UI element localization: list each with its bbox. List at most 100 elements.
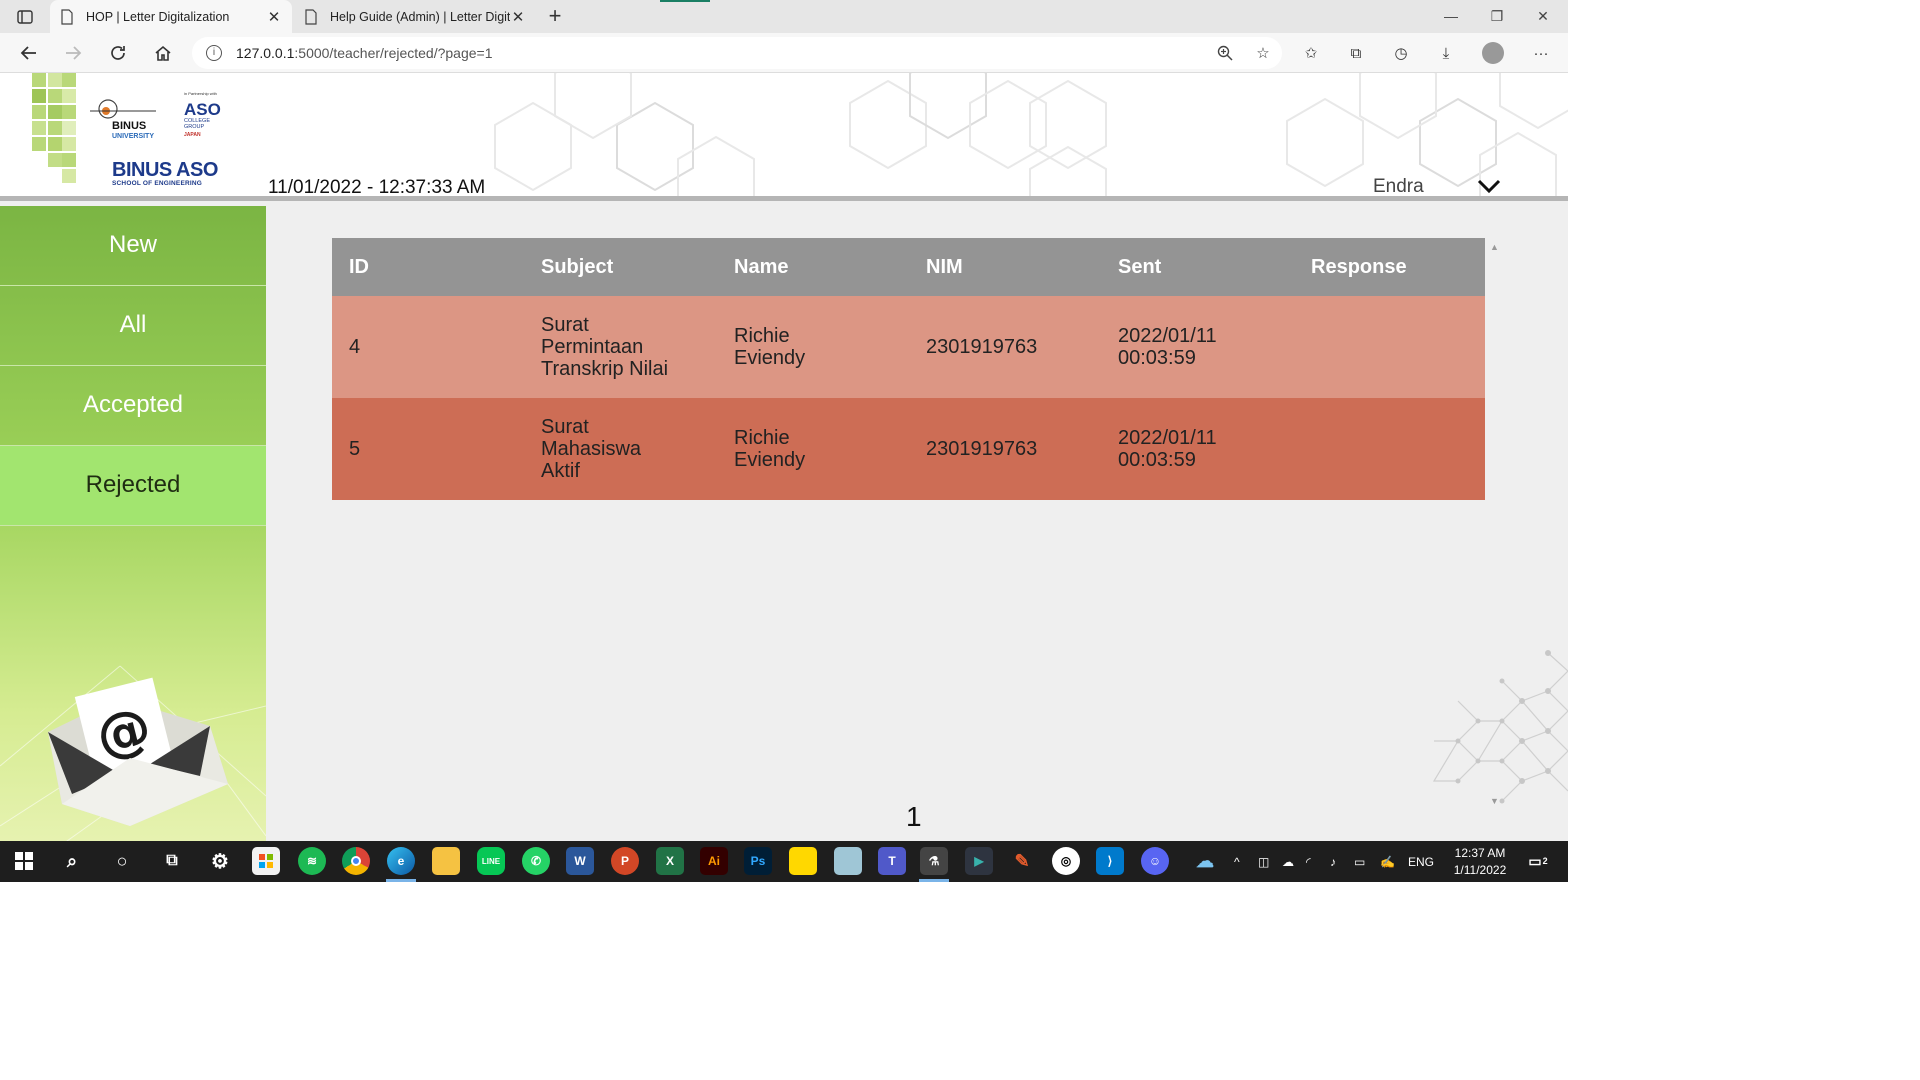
forward-button[interactable] bbox=[58, 39, 88, 67]
sticky-notes-icon[interactable] bbox=[789, 847, 817, 875]
minimize-button[interactable]: — bbox=[1428, 0, 1474, 33]
settings-menu-icon[interactable]: ··· bbox=[1526, 39, 1556, 67]
system-tray: ^ ◫ ☁ ◜ ♪ ▭ ✍ ENG bbox=[1234, 841, 1438, 882]
new-tab-button[interactable]: + bbox=[540, 2, 570, 30]
python-app-icon[interactable]: ⚗ bbox=[920, 847, 948, 875]
rejected-letters-table: ID Subject Name NIM Sent Response 4 Sura… bbox=[332, 238, 1485, 500]
system-clock[interactable]: 12:37 AM 1/11/2022 bbox=[1448, 845, 1512, 879]
pencil-app-icon[interactable]: ✎ bbox=[1008, 847, 1036, 875]
envelope-at-icon: @ bbox=[0, 665, 266, 841]
vscode-icon[interactable]: ⟩ bbox=[1096, 847, 1124, 875]
zoom-icon[interactable] bbox=[1210, 39, 1240, 67]
cell-sent: 2022/01/11 00:03:59 bbox=[1101, 296, 1294, 398]
tab-actions-icon[interactable] bbox=[8, 6, 42, 28]
cell-response bbox=[1294, 296, 1485, 398]
hexagon-pattern-decoration bbox=[494, 73, 1568, 196]
column-header-response[interactable]: Response bbox=[1294, 238, 1485, 296]
cell-name: Richie Eviendy bbox=[717, 398, 909, 500]
settings-gear-icon[interactable]: ⚙ bbox=[206, 847, 234, 875]
user-name[interactable]: Endra bbox=[1373, 176, 1424, 196]
line-app-icon[interactable]: LINE bbox=[477, 847, 505, 875]
cell-subject: Surat Permintaan Transkrip Nilai bbox=[524, 296, 717, 398]
file-explorer-icon[interactable] bbox=[432, 847, 460, 875]
teams-icon[interactable]: T bbox=[878, 847, 906, 875]
camera-icon[interactable]: ◫ bbox=[1258, 855, 1282, 869]
weather-icon[interactable]: ☁ bbox=[1191, 847, 1219, 875]
tab-bar-accent bbox=[660, 0, 710, 2]
logo-green-squares bbox=[32, 73, 76, 183]
binus-aso-logo: BINUS ASO SCHOOL OF ENGINEERING bbox=[112, 159, 218, 187]
profile-avatar[interactable] bbox=[1478, 39, 1508, 67]
tab-hop-letter[interactable]: HOP | Letter Digitalization ✕ bbox=[50, 0, 292, 33]
pagination-page-link[interactable]: 1 bbox=[906, 801, 922, 833]
volume-icon[interactable]: ♪ bbox=[1330, 855, 1354, 869]
svg-text:JAPAN: JAPAN bbox=[184, 132, 201, 138]
table-header-row: ID Subject Name NIM Sent Response bbox=[332, 238, 1485, 296]
refresh-button[interactable] bbox=[103, 39, 133, 67]
task-view-icon[interactable]: ⧉ bbox=[158, 847, 186, 875]
column-header-id[interactable]: ID bbox=[332, 238, 524, 296]
line-messenger-icon[interactable]: ◎ bbox=[1052, 847, 1080, 875]
microsoft-store-icon[interactable] bbox=[252, 847, 280, 875]
photoshop-icon[interactable]: Ps bbox=[744, 847, 772, 875]
sidebar-item-rejected[interactable]: Rejected bbox=[0, 446, 266, 526]
chevron-down-icon[interactable] bbox=[1476, 177, 1502, 195]
wifi-icon[interactable]: ◜ bbox=[1306, 855, 1330, 869]
language-indicator[interactable]: ENG bbox=[1408, 855, 1438, 869]
svg-text:BINUS: BINUS bbox=[112, 120, 146, 132]
notification-count: 2 bbox=[1542, 856, 1548, 866]
cortana-icon[interactable]: ○ bbox=[108, 847, 136, 875]
column-header-nim[interactable]: NIM bbox=[909, 238, 1101, 296]
column-header-sent[interactable]: Sent bbox=[1101, 238, 1294, 296]
close-tab-icon[interactable]: ✕ bbox=[510, 8, 526, 26]
paint-app-icon[interactable] bbox=[834, 847, 862, 875]
browser-nav-bar: i 127.0.0.1:5000/teacher/rejected/?page=… bbox=[0, 33, 1568, 73]
browser-tab-bar: HOP | Letter Digitalization ✕ Help Guide… bbox=[0, 0, 1568, 33]
home-button[interactable] bbox=[148, 39, 178, 67]
windows-taskbar: ⌕ ○ ⧉ ⚙ ≋ e LINE ✆ W P X Ai Ps T ⚗ ▶ ✎ ◎… bbox=[0, 841, 1568, 882]
url-text[interactable]: 127.0.0.1:5000/teacher/rejected/?page=1 bbox=[236, 45, 493, 61]
table-row[interactable]: 4 Surat Permintaan Transkrip Nilai Richi… bbox=[332, 296, 1485, 398]
tab-help-guide[interactable]: Help Guide (Admin) | Letter Digit ✕ bbox=[294, 0, 536, 33]
table-row[interactable]: 5 Surat Mahasiswa Aktif Richie Eviendy 2… bbox=[332, 398, 1485, 500]
favorites-icon[interactable]: ✩ bbox=[1296, 39, 1326, 67]
whatsapp-icon[interactable]: ✆ bbox=[522, 847, 550, 875]
notification-center-icon[interactable]: ▭ 2 bbox=[1524, 847, 1552, 875]
close-window-button[interactable]: ✕ bbox=[1520, 0, 1566, 33]
battery-icon[interactable]: ▭ bbox=[1354, 855, 1380, 869]
address-bar[interactable]: i 127.0.0.1:5000/teacher/rejected/?page=… bbox=[192, 37, 1282, 69]
pen-icon[interactable]: ✍ bbox=[1380, 855, 1408, 869]
edge-icon[interactable]: e bbox=[387, 847, 415, 875]
illustrator-icon[interactable]: Ai bbox=[700, 847, 728, 875]
column-header-subject[interactable]: Subject bbox=[524, 238, 717, 296]
current-datetime: 11/01/2022 - 12:37:33 AM bbox=[268, 177, 486, 198]
add-favorite-icon[interactable]: ☆ bbox=[1248, 39, 1278, 67]
column-header-name[interactable]: Name bbox=[717, 238, 909, 296]
excel-icon[interactable]: X bbox=[656, 847, 684, 875]
sidebar-item-all[interactable]: All bbox=[0, 286, 266, 366]
search-icon[interactable]: ⌕ bbox=[58, 847, 86, 875]
history-icon[interactable]: ◷ bbox=[1386, 39, 1416, 67]
site-info-icon[interactable]: i bbox=[206, 45, 222, 61]
chrome-icon[interactable] bbox=[342, 847, 370, 875]
main-content: ID Subject Name NIM Sent Response 4 Sura… bbox=[266, 206, 1568, 841]
onedrive-icon[interactable]: ☁ bbox=[1282, 855, 1306, 869]
word-icon[interactable]: W bbox=[566, 847, 594, 875]
back-button[interactable] bbox=[14, 39, 44, 67]
jetbrains-app-icon[interactable]: ▶ bbox=[965, 847, 993, 875]
collections-icon[interactable]: ⧉ bbox=[1341, 39, 1371, 67]
sidebar-item-new[interactable]: New bbox=[0, 206, 266, 286]
restore-button[interactable]: ❐ bbox=[1474, 0, 1520, 33]
page-icon bbox=[305, 8, 317, 25]
spotify-icon[interactable]: ≋ bbox=[298, 847, 326, 875]
downloads-icon[interactable]: ⤓ bbox=[1431, 39, 1461, 67]
discord-icon[interactable]: ☺ bbox=[1141, 847, 1169, 875]
windows-start-icon[interactable] bbox=[10, 847, 38, 875]
powerpoint-icon[interactable]: P bbox=[611, 847, 639, 875]
close-tab-icon[interactable]: ✕ bbox=[266, 8, 282, 26]
chevron-up-icon[interactable]: ^ bbox=[1234, 855, 1248, 869]
active-app-indicator bbox=[919, 879, 949, 882]
sidebar-item-accepted[interactable]: Accepted bbox=[0, 366, 266, 446]
svg-text:in Partnership with: in Partnership with bbox=[184, 91, 217, 96]
scroll-up-arrow[interactable]: ▲ bbox=[1490, 242, 1499, 252]
